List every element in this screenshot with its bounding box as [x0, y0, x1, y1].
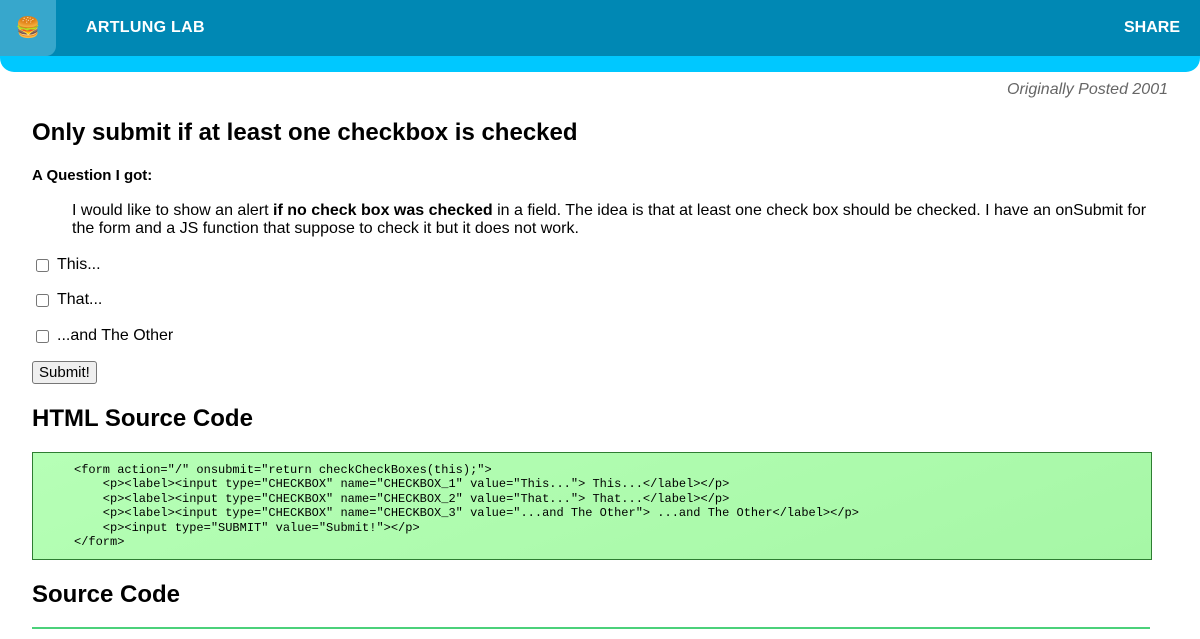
checkbox-label-that: That... [57, 291, 103, 308]
question-emphasis: if no check box was checked [273, 202, 493, 219]
question-text: I would like to show an alert if no chec… [72, 202, 1152, 238]
burger-logo-icon: 🍔 [15, 17, 41, 39]
posted-date: Originally Posted 2001 [1007, 81, 1168, 98]
question-prefix: I would like to show an alert [72, 202, 273, 219]
site-brand-link[interactable]: ARTLUNG LAB [86, 19, 205, 37]
checkbox-other[interactable] [36, 329, 49, 343]
source-code-heading: Source Code [32, 581, 181, 608]
checkbox-label-other: ...and The Other [57, 327, 174, 344]
html-code-block: <form action="/" onsubmit="return checkC… [32, 452, 1152, 560]
submit-button[interactable]: Submit! [32, 361, 97, 384]
checkbox-label-this: This... [57, 256, 101, 273]
checkbox-that[interactable] [36, 293, 49, 307]
header-bar: 🍔 ARTLUNG LAB SHARE [0, 0, 1200, 72]
checkbox-this[interactable] [36, 258, 49, 272]
header-bar-inner: 🍔 ARTLUNG LAB SHARE [0, 0, 1200, 56]
checkbox-row-other[interactable]: ...and The Other [32, 327, 173, 345]
checkbox-row-that[interactable]: That... [32, 291, 102, 309]
question-label: A Question I got: [32, 167, 153, 184]
checkbox-row-this[interactable]: This... [32, 256, 101, 274]
logo-button[interactable]: 🍔 [0, 0, 56, 56]
source-code-block [32, 627, 1150, 639]
html-code-text: <form action="/" onsubmit="return checkC… [74, 463, 859, 550]
html-source-heading: HTML Source Code [32, 405, 253, 432]
share-button[interactable]: SHARE [1124, 19, 1180, 37]
page-title: Only submit if at least one checkbox is … [32, 119, 578, 146]
